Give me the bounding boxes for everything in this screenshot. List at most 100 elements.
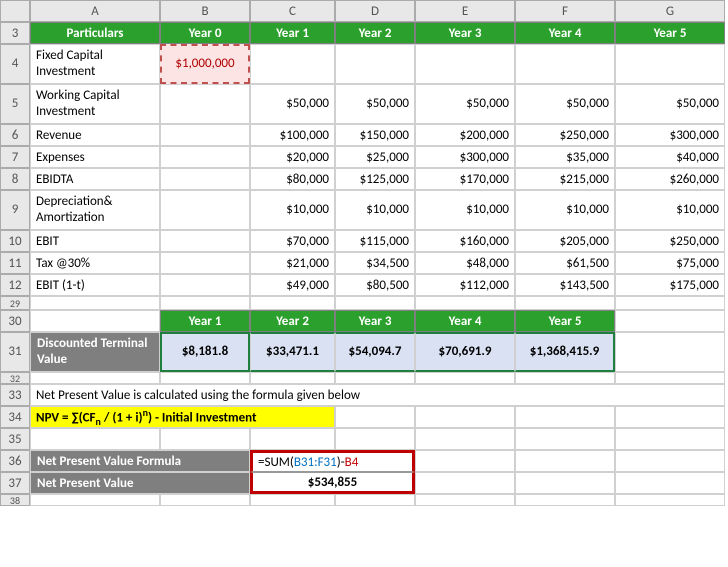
cell-B32[interactable] [160,372,250,384]
cell-A35[interactable] [30,428,160,450]
cell-D32[interactable] [335,372,415,384]
cell-E7[interactable]: $300,000 [415,146,515,168]
cell-A31[interactable]: Discounted Terminal Value [30,332,160,372]
cell-G30[interactable] [615,310,725,332]
cell-D35[interactable] [335,428,415,450]
row-29[interactable]: 29 [0,296,30,310]
row-35[interactable]: 35 [0,428,30,450]
hdr-year4[interactable]: Year 4 [515,22,615,44]
cell-A7[interactable]: Expenses [30,146,160,168]
cell-G31[interactable] [615,332,725,372]
cell-E36[interactable] [415,450,515,472]
cell-A9[interactable]: Depreciation& Amortization [30,190,160,230]
cell-G32[interactable] [615,372,725,384]
hdr2-year4[interactable]: Year 4 [415,310,515,332]
col-D[interactable]: D [335,0,415,22]
cell-B6[interactable] [160,124,250,146]
cell-C31[interactable]: $33,471.1 [250,332,335,372]
row-10[interactable]: 10 [0,230,30,252]
cell-D6[interactable]: $150,000 [335,124,415,146]
cell-B38[interactable] [160,494,250,506]
cell-E37[interactable] [415,472,515,494]
cell-B5[interactable] [160,84,250,124]
hdr2-year3[interactable]: Year 3 [335,310,415,332]
cell-E35[interactable] [415,428,515,450]
cell-A8[interactable]: EBIDTA [30,168,160,190]
cell-F4[interactable] [515,44,615,84]
cell-A11[interactable]: Tax @30% [30,252,160,274]
cell-B12[interactable] [160,274,250,296]
cell-C10[interactable]: $70,000 [250,230,335,252]
cell-G29[interactable] [615,296,725,310]
cell-F38[interactable] [515,494,615,506]
cell-A4[interactable]: Fixed Capital Investment [30,44,160,84]
cell-G7[interactable]: $40,000 [615,146,725,168]
cell-C29[interactable] [250,296,335,310]
cell-E4[interactable] [415,44,515,84]
row-38[interactable]: 38 [0,494,30,506]
cell-G35[interactable] [615,428,725,450]
cell-A37[interactable]: Net Present Value [30,472,250,494]
cell-G11[interactable]: $75,000 [615,252,725,274]
cell-E9[interactable]: $10,000 [415,190,515,230]
hdr-year0[interactable]: Year 0 [160,22,250,44]
cell-A5[interactable]: Working Capital Investment [30,84,160,124]
cell-A38[interactable] [30,494,160,506]
cell-D8[interactable]: $125,000 [335,168,415,190]
cell-C35[interactable] [250,428,335,450]
cell-E31[interactable]: $70,691.9 [415,332,515,372]
cell-D5[interactable]: $50,000 [335,84,415,124]
cell-E5[interactable]: $50,000 [415,84,515,124]
cell-A10[interactable]: EBIT [30,230,160,252]
cell-E10[interactable]: $160,000 [415,230,515,252]
col-G[interactable]: G [615,0,725,22]
cell-F9[interactable]: $10,000 [515,190,615,230]
col-A[interactable]: A [30,0,160,22]
cell-F10[interactable]: $205,000 [515,230,615,252]
cell-B10[interactable] [160,230,250,252]
cell-A32[interactable] [30,372,160,384]
cell-G5[interactable]: $50,000 [615,84,725,124]
cell-F5[interactable]: $50,000 [515,84,615,124]
cell-G9[interactable]: $10,000 [615,190,725,230]
cell-C38[interactable] [250,494,335,506]
row-3[interactable]: 3 [0,22,30,44]
row-12[interactable]: 12 [0,274,30,296]
cell-C4[interactable] [250,44,335,84]
cell-E32[interactable] [415,372,515,384]
cell-E11[interactable]: $48,000 [415,252,515,274]
cell-E6[interactable]: $200,000 [415,124,515,146]
row-32[interactable]: 32 [0,372,30,384]
cell-D31[interactable]: $54,094.7 [335,332,415,372]
cell-C7[interactable]: $20,000 [250,146,335,168]
cell-G10[interactable]: $250,000 [615,230,725,252]
cell-C36[interactable]: =SUM(B31:F31)-B4 [250,450,415,472]
cell-F34[interactable] [515,406,615,428]
row-9[interactable]: 9 [0,190,30,230]
cell-D7[interactable]: $25,000 [335,146,415,168]
hdr-particulars[interactable]: Particulars [30,22,160,44]
row-8[interactable]: 8 [0,168,30,190]
cell-D11[interactable]: $34,500 [335,252,415,274]
row-33[interactable]: 33 [0,384,30,406]
cell-D10[interactable]: $115,000 [335,230,415,252]
cell-E8[interactable]: $170,000 [415,168,515,190]
row-37[interactable]: 37 [0,472,30,494]
cell-B4[interactable]: $1,000,000 [160,44,250,84]
cell-A29[interactable] [30,296,160,310]
cell-C12[interactable]: $49,000 [250,274,335,296]
cell-F35[interactable] [515,428,615,450]
cell-B7[interactable] [160,146,250,168]
cell-F31[interactable]: $1,368,415.9 [515,332,615,372]
cell-A30[interactable] [30,310,160,332]
cell-F29[interactable] [515,296,615,310]
cell-C11[interactable]: $21,000 [250,252,335,274]
row-30[interactable]: 30 [0,310,30,332]
cell-C32[interactable] [250,372,335,384]
cell-C9[interactable]: $10,000 [250,190,335,230]
cell-A33[interactable]: Net Present Value is calculated using th… [30,384,725,406]
cell-B9[interactable] [160,190,250,230]
row-5[interactable]: 5 [0,84,30,124]
col-F[interactable]: F [515,0,615,22]
cell-B11[interactable] [160,252,250,274]
